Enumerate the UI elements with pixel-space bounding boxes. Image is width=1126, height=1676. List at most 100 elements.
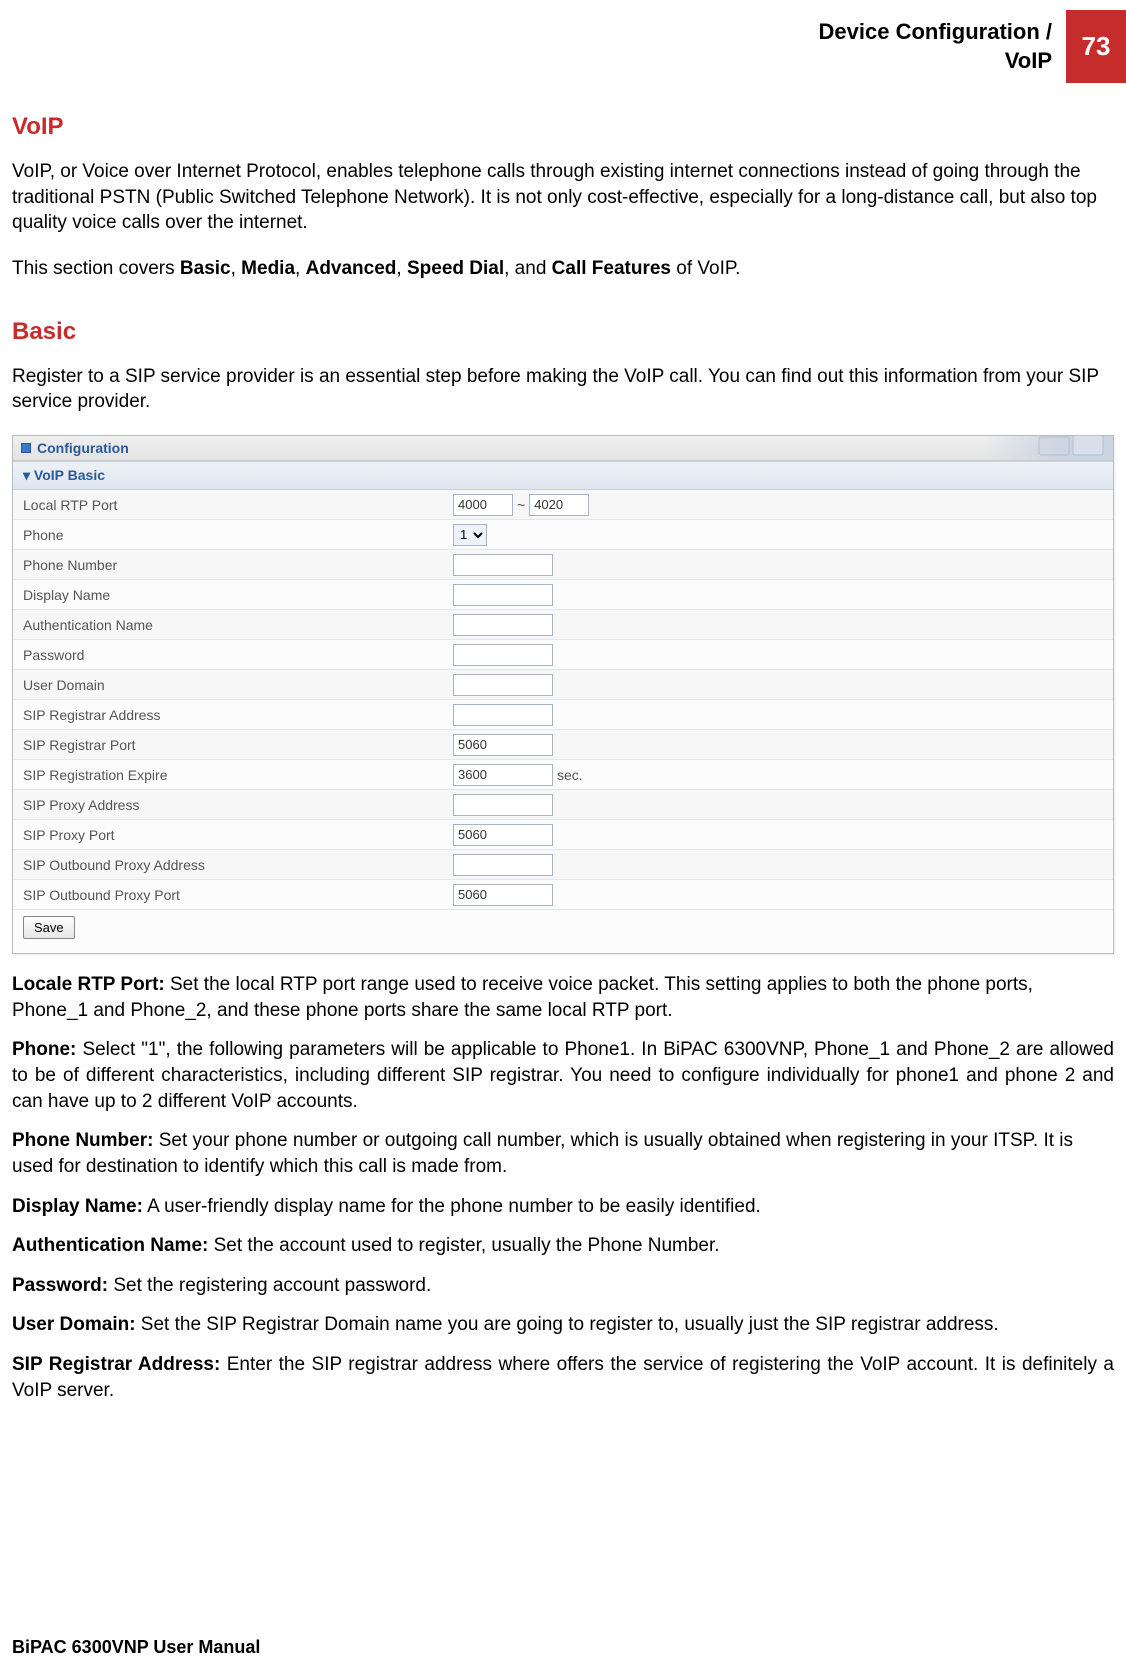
definition-term: Password:	[12, 1275, 108, 1296]
form-row: Password	[13, 640, 1113, 670]
definition-paragraph: User Domain: Set the SIP Registrar Domai…	[12, 1312, 1114, 1338]
basic-intro-paragraph: Register to a SIP service provider is an…	[12, 364, 1114, 415]
coverage-item-2: Advanced	[306, 258, 397, 279]
text-input[interactable]	[453, 764, 553, 786]
text-input[interactable]	[453, 644, 553, 666]
form-rows-container: Local RTP Port~Phone1Phone NumberDisplay…	[13, 490, 1113, 910]
form-row: SIP Registrar Port	[13, 730, 1113, 760]
form-value	[453, 554, 553, 576]
coverage-post: of VoIP.	[671, 258, 740, 279]
save-button[interactable]: Save	[23, 916, 75, 939]
form-row: Local RTP Port ~	[13, 490, 1113, 520]
form-row: SIP Proxy Address	[13, 790, 1113, 820]
unit-suffix: sec.	[557, 767, 583, 783]
footer-text: BiPAC 6300VNP User Manual	[12, 1637, 260, 1658]
form-value	[453, 854, 553, 876]
definition-paragraph: Display Name: A user-friendly display na…	[12, 1194, 1114, 1220]
definition-text: Select "1", the following parameters wil…	[12, 1039, 1114, 1111]
config-title-bar: Configuration	[13, 436, 1113, 461]
form-row: Display Name	[13, 580, 1113, 610]
definition-term: SIP Registrar Address:	[12, 1354, 220, 1375]
definition-paragraph: Authentication Name: Set the account use…	[12, 1233, 1114, 1259]
definitions-container: Locale RTP Port: Set the local RTP port …	[12, 972, 1114, 1403]
definition-text: Set your phone number or outgoing call n…	[12, 1130, 1073, 1177]
page-header: Device Configuration / VoIP 73	[0, 10, 1126, 83]
text-input[interactable]	[453, 584, 553, 606]
rtp-port-to-input[interactable]	[529, 494, 589, 516]
text-input[interactable]	[453, 824, 553, 846]
coverage-item-3: Speed Dial	[407, 258, 504, 279]
config-screenshot: Configuration ▾ VoIP Basic Local RTP Por…	[12, 435, 1114, 954]
form-label: Password	[23, 647, 453, 663]
form-label: Local RTP Port	[23, 497, 453, 513]
definition-paragraph: Password: Set the registering account pa…	[12, 1273, 1114, 1299]
coverage-pre: This section covers	[12, 258, 180, 279]
rtp-port-from-input[interactable]	[453, 494, 513, 516]
voip-basic-section-title: VoIP Basic	[34, 467, 105, 483]
form-value	[453, 884, 553, 906]
range-separator: ~	[517, 497, 525, 513]
text-input[interactable]	[453, 554, 553, 576]
form-row: User Domain	[13, 670, 1113, 700]
form-value	[453, 704, 553, 726]
form-label: Display Name	[23, 587, 453, 603]
form-value	[453, 584, 553, 606]
definition-term: User Domain:	[12, 1314, 136, 1335]
header-title-line2: VoIP	[1005, 48, 1052, 73]
form-value	[453, 824, 553, 846]
text-input[interactable]	[453, 884, 553, 906]
form-label: SIP Outbound Proxy Port	[23, 887, 453, 903]
form-label: SIP Registration Expire	[23, 767, 453, 783]
form-row: SIP Proxy Port	[13, 820, 1113, 850]
form-value	[453, 674, 553, 696]
form-row: SIP Registrar Address	[13, 700, 1113, 730]
form-label: SIP Registrar Port	[23, 737, 453, 753]
page-number: 73	[1082, 31, 1111, 62]
form-label: SIP Outbound Proxy Address	[23, 857, 453, 873]
form-value: ~	[453, 494, 589, 516]
text-input[interactable]	[453, 794, 553, 816]
text-input[interactable]	[453, 734, 553, 756]
definition-term: Display Name:	[12, 1196, 143, 1217]
form-label: SIP Proxy Port	[23, 827, 453, 843]
phone-select[interactable]: 1	[453, 524, 487, 546]
definition-paragraph: Locale RTP Port: Set the local RTP port …	[12, 972, 1114, 1023]
text-input[interactable]	[453, 854, 553, 876]
definition-text: Set the registering account password.	[108, 1275, 431, 1296]
definition-text: Set the local RTP port range used to rec…	[12, 974, 1033, 1021]
form-value: 1	[453, 524, 487, 546]
definition-text: Set the account used to register, usuall…	[208, 1235, 719, 1256]
form-label: SIP Proxy Address	[23, 797, 453, 813]
definition-term: Locale RTP Port:	[12, 974, 165, 995]
form-label: Authentication Name	[23, 617, 453, 633]
definition-text: A user-friendly display name for the pho…	[143, 1196, 761, 1217]
form-row: SIP Outbound Proxy Port	[13, 880, 1113, 910]
header-title-line1: Device Configuration /	[819, 19, 1052, 44]
form-value	[453, 644, 553, 666]
text-input[interactable]	[453, 614, 553, 636]
form-value: sec.	[453, 764, 583, 786]
voip-coverage-paragraph: This section covers Basic, Media, Advanc…	[12, 256, 1114, 282]
definition-term: Phone:	[12, 1039, 76, 1060]
bullet-icon	[21, 443, 31, 453]
text-input[interactable]	[453, 704, 553, 726]
definition-term: Phone Number:	[12, 1130, 153, 1151]
definition-text: Set the SIP Registrar Domain name you ar…	[136, 1314, 999, 1335]
coverage-item-4: Call Features	[552, 258, 671, 279]
form-row: SIP Registration Expire sec.	[13, 760, 1113, 790]
header-title: Device Configuration / VoIP	[819, 10, 1066, 83]
form-row: SIP Outbound Proxy Address	[13, 850, 1113, 880]
voip-intro-paragraph: VoIP, or Voice over Internet Protocol, e…	[12, 159, 1114, 236]
form-row: Authentication Name	[13, 610, 1113, 640]
monitor-icon	[1037, 435, 1107, 461]
definition-term: Authentication Name:	[12, 1235, 208, 1256]
coverage-item-1: Media	[241, 258, 295, 279]
form-row: Phone1	[13, 520, 1113, 550]
definition-paragraph: SIP Registrar Address: Enter the SIP reg…	[12, 1352, 1114, 1403]
section-heading-voip: VoIP	[12, 113, 1114, 141]
section-heading-basic: Basic	[12, 318, 1114, 346]
definition-paragraph: Phone Number: Set your phone number or o…	[12, 1128, 1114, 1179]
text-input[interactable]	[453, 674, 553, 696]
coverage-item-0: Basic	[180, 258, 231, 279]
decorative-graphic	[983, 436, 1113, 460]
